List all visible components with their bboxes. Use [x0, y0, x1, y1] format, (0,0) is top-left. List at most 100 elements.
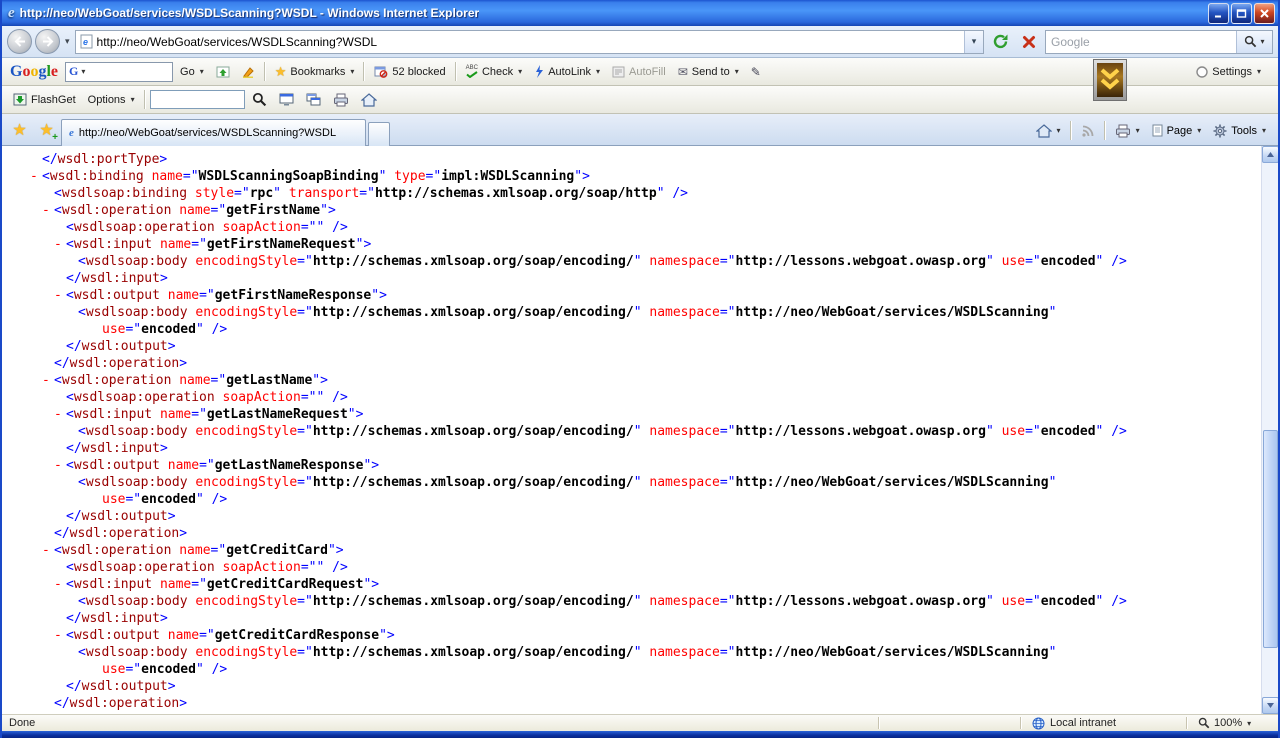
flashget-home-button[interactable] — [356, 91, 382, 109]
flashget-label: FlashGet — [31, 94, 76, 106]
xml-line: </wsdl:input> — [2, 440, 1261, 457]
autolink-button[interactable]: AutoLink ▾ — [529, 63, 605, 80]
forward-arrow-icon — [41, 35, 55, 48]
collapse-toggle[interactable]: - — [42, 542, 50, 559]
print-button[interactable]: ▾ — [1110, 122, 1145, 140]
highlighter-icon[interactable] — [237, 64, 260, 80]
tab-title: http://neo/WebGoat/services/WSDLScanning… — [79, 127, 336, 139]
xml-line: use="encoded" /> — [2, 491, 1261, 508]
flashget-print-button[interactable] — [328, 91, 354, 109]
tools-menu-button[interactable]: Tools ▾ — [1208, 122, 1271, 140]
bookmarks-button[interactable]: ★ Bookmarks ▾ — [270, 63, 360, 80]
autofill-icon — [612, 66, 625, 78]
zoom-level: 100% — [1214, 717, 1242, 729]
status-panel — [882, 715, 1018, 731]
status-bar: Done Local intranet 100% ▾ — [2, 714, 1278, 731]
vertical-scrollbar[interactable] — [1261, 146, 1278, 714]
stop-button[interactable] — [1016, 29, 1042, 55]
search-input[interactable] — [1046, 35, 1236, 49]
scroll-up-button[interactable] — [1262, 146, 1278, 163]
collapse-toggle[interactable]: - — [54, 406, 62, 423]
xml-line: <wsdlsoap:body encodingStyle="http://sch… — [2, 253, 1261, 270]
xml-line: <wsdlsoap:body encodingStyle="http://sch… — [2, 593, 1261, 610]
flashget-drop-zone[interactable] — [1093, 59, 1127, 101]
tab-active[interactable]: e http://neo/WebGoat/services/WSDLScanni… — [61, 119, 366, 146]
xml-line: <wsdlsoap:binding style="rpc" transport=… — [2, 185, 1261, 202]
forward-button[interactable] — [35, 29, 60, 54]
minimize-button[interactable] — [1208, 3, 1229, 24]
xml-line: </wsdl:output> — [2, 508, 1261, 525]
send-to-button[interactable]: ✉ Send to ▾ — [673, 63, 744, 81]
printer-icon — [333, 93, 349, 107]
xml-line: -<wsdl:output name="getFirstNameResponse… — [2, 287, 1261, 304]
flashget-search-button[interactable] — [247, 90, 272, 109]
recent-pages-dropdown[interactable]: ▾ — [63, 36, 72, 47]
chevron-down-icon[interactable]: ▾ — [81, 67, 85, 76]
dual-window-icon — [306, 93, 321, 106]
toolbar-separator — [144, 90, 146, 109]
flashget-browser-button[interactable] — [274, 91, 299, 108]
scroll-thumb[interactable] — [1263, 430, 1278, 648]
collapse-toggle[interactable]: - — [54, 627, 62, 644]
search-icon — [1244, 35, 1257, 48]
chevron-down-icon: ▾ — [1247, 719, 1251, 728]
page-label: Page — [1167, 125, 1193, 137]
google-logo-letter: G — [10, 63, 22, 80]
window-bottom-border — [2, 731, 1278, 738]
xml-view: </wsdl:portType>-<wsdl:binding name="WSD… — [2, 146, 1261, 714]
settings-button[interactable]: Settings ▾ — [1191, 64, 1266, 80]
flashget-options-button[interactable]: Options ▾ — [83, 92, 140, 108]
collapse-toggle[interactable]: - — [54, 457, 62, 474]
browser-window-icon — [279, 93, 294, 106]
search-button[interactable]: ▾ — [1236, 31, 1272, 53]
address-bar[interactable]: e http://neo/WebGoat/services/WSDLScanni… — [75, 30, 984, 54]
content-area: </wsdl:portType>-<wsdl:binding name="WSD… — [2, 146, 1278, 714]
spellcheck-button[interactable]: ABC Check ▾ — [461, 63, 528, 80]
collapse-toggle[interactable]: - — [54, 576, 62, 593]
add-favorite-button[interactable]: ★+ — [34, 119, 59, 143]
home-button[interactable]: ▾ — [1031, 122, 1066, 140]
page-menu-button[interactable]: Page ▾ — [1147, 122, 1207, 139]
scroll-down-button[interactable] — [1262, 697, 1278, 714]
options-label: Options — [88, 94, 126, 106]
maximize-button[interactable] — [1231, 3, 1252, 24]
flashget-windows-button[interactable] — [301, 91, 326, 108]
address-url[interactable]: http://neo/WebGoat/services/WSDLScanning… — [97, 35, 960, 49]
collapse-toggle[interactable]: - — [42, 372, 50, 389]
popup-blocker-button[interactable]: 52 blocked — [369, 63, 450, 80]
google-search-combo[interactable]: G ▾ — [65, 62, 173, 82]
collapse-toggle[interactable]: - — [54, 287, 62, 304]
google-logo-letter: e — [51, 63, 58, 80]
chevron-down-icon: ▾ — [1197, 126, 1201, 135]
xml-line: </wsdl:operation> — [2, 525, 1261, 542]
zoom-control[interactable]: 100% ▾ — [1190, 717, 1278, 729]
address-dropdown[interactable]: ▾ — [964, 31, 983, 53]
refresh-button[interactable] — [987, 29, 1013, 55]
close-button[interactable] — [1254, 3, 1275, 24]
xml-line: <wsdlsoap:body encodingStyle="http://sch… — [2, 474, 1261, 491]
search-box: ▾ — [1045, 30, 1273, 54]
plus-icon: + — [52, 132, 58, 143]
envelope-icon: ✉ — [678, 65, 688, 79]
collapse-toggle[interactable]: - — [42, 202, 50, 219]
autofill-label: AutoFill — [629, 66, 666, 78]
toolbar-separator — [1104, 121, 1106, 140]
feed-icon — [1081, 124, 1095, 138]
flashget-search-input[interactable] — [150, 90, 245, 109]
collapse-toggle[interactable]: - — [54, 236, 62, 253]
xml-line: <wsdlsoap:body encodingStyle="http://sch… — [2, 644, 1261, 661]
back-button[interactable] — [7, 29, 32, 54]
pen-button[interactable]: ✎ — [746, 63, 766, 81]
toolbar-separator — [1070, 121, 1072, 140]
pagerank-icon[interactable] — [211, 64, 235, 80]
collapse-toggle[interactable]: - — [30, 168, 38, 185]
new-tab-stub[interactable] — [368, 122, 390, 146]
flashget-toolbar: FlashGet Options ▾ — [2, 86, 1278, 114]
xml-line: </wsdl:portType> — [2, 151, 1261, 168]
google-go-button[interactable]: Go ▾ — [175, 64, 209, 80]
back-arrow-icon — [13, 35, 27, 48]
spellcheck-icon: ABC — [466, 65, 478, 78]
flashget-menu-button[interactable]: FlashGet — [8, 91, 81, 108]
favorites-button[interactable]: ★ — [7, 119, 32, 143]
svg-text:e: e — [83, 37, 88, 47]
